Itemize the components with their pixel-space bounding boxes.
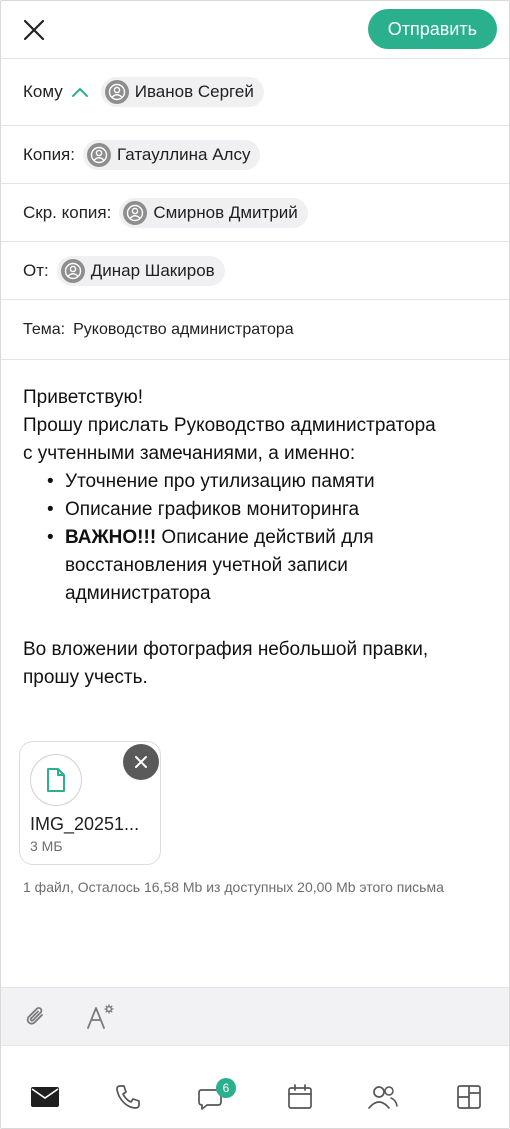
avatar-icon [60, 258, 85, 283]
from-row[interactable]: От: Динар Шакиров [1, 242, 509, 300]
remove-attachment-icon[interactable] [123, 744, 159, 780]
list-item: Уточнение про утилизацию памяти [47, 468, 493, 496]
bcc-chip[interactable]: Смирнов Дмитрий [119, 197, 308, 228]
subject-row[interactable]: Тема: Руководство администратора [1, 300, 509, 360]
avatar-icon [87, 142, 111, 167]
calendar-icon[interactable] [283, 1080, 317, 1114]
format-toolbar [1, 987, 509, 1045]
body-list: Уточнение про утилизацию памяти Описание… [23, 468, 493, 608]
compose-header: Отправить [1, 1, 509, 59]
file-icon [30, 754, 82, 806]
text-format-icon[interactable] [85, 1002, 115, 1032]
body-line: с учтенными замечаниями, а именно: [23, 443, 356, 464]
bcc-row[interactable]: Скр. копия: Смирнов Дмитрий [1, 184, 509, 242]
bottom-nav [1, 1045, 509, 1128]
body-line: прошу учесть. [23, 667, 148, 688]
paperclip-icon[interactable] [21, 1002, 51, 1032]
bcc-name: Смирнов Дмитрий [153, 202, 298, 222]
cc-chip[interactable]: Гатауллина Алсу [83, 139, 261, 170]
cc-name: Гатауллина Алсу [117, 144, 251, 164]
from-chip[interactable]: Динар Шакиров [56, 255, 225, 286]
mail-icon[interactable] [28, 1080, 62, 1114]
avatar-icon [123, 200, 148, 225]
to-label: Кому [23, 82, 63, 101]
greeting-text: Приветствую! [23, 387, 144, 408]
from-name: Динар Шакиров [90, 260, 215, 280]
important-marker: ВАЖНО!!! [65, 527, 157, 548]
send-button[interactable]: Отправить [367, 9, 497, 49]
cc-row[interactable]: Копия: Гатауллина Алсу [1, 126, 509, 184]
recipient-name: Иванов Сергей [134, 82, 254, 101]
list-item: Описание графиков мониторинга [47, 496, 493, 524]
subject-input[interactable]: Руководство администратора [73, 321, 294, 339]
attachment-size: 3 МБ [30, 838, 63, 854]
recipient-chip[interactable]: Иванов Сергей [100, 77, 264, 107]
contacts-icon[interactable] [366, 1080, 400, 1114]
bcc-label: Скр. копия: [23, 202, 112, 222]
message-body[interactable]: Приветствую! Прошу прислать Руководство … [23, 384, 493, 692]
body-line: Прошу прислать Руководство администратор… [23, 415, 436, 436]
attachment-name: IMG_20251... [30, 814, 140, 834]
from-label: От: [23, 260, 49, 280]
chevron-up-icon[interactable] [71, 86, 89, 98]
list-item: ВАЖНО!!! Описание действий для восстанов… [47, 524, 493, 608]
attachment-info: 1 файл, Осталось 16,58 Mb из доступных 2… [23, 879, 444, 895]
body-line: Во вложении фотография небольшой правки, [23, 639, 429, 660]
chat-badge: 6 [216, 1078, 236, 1098]
close-icon[interactable] [19, 15, 49, 45]
to-row[interactable]: Кому Иванов Сергей [1, 59, 509, 126]
avatar-icon [104, 80, 129, 104]
apps-icon[interactable] [452, 1080, 486, 1114]
cc-label: Копия: [23, 144, 75, 164]
compose-screen: Отправить Кому Иванов Сергей Копия: Гата… [0, 0, 510, 1129]
subject-label: Тема: [23, 320, 66, 338]
phone-icon[interactable] [111, 1080, 145, 1114]
